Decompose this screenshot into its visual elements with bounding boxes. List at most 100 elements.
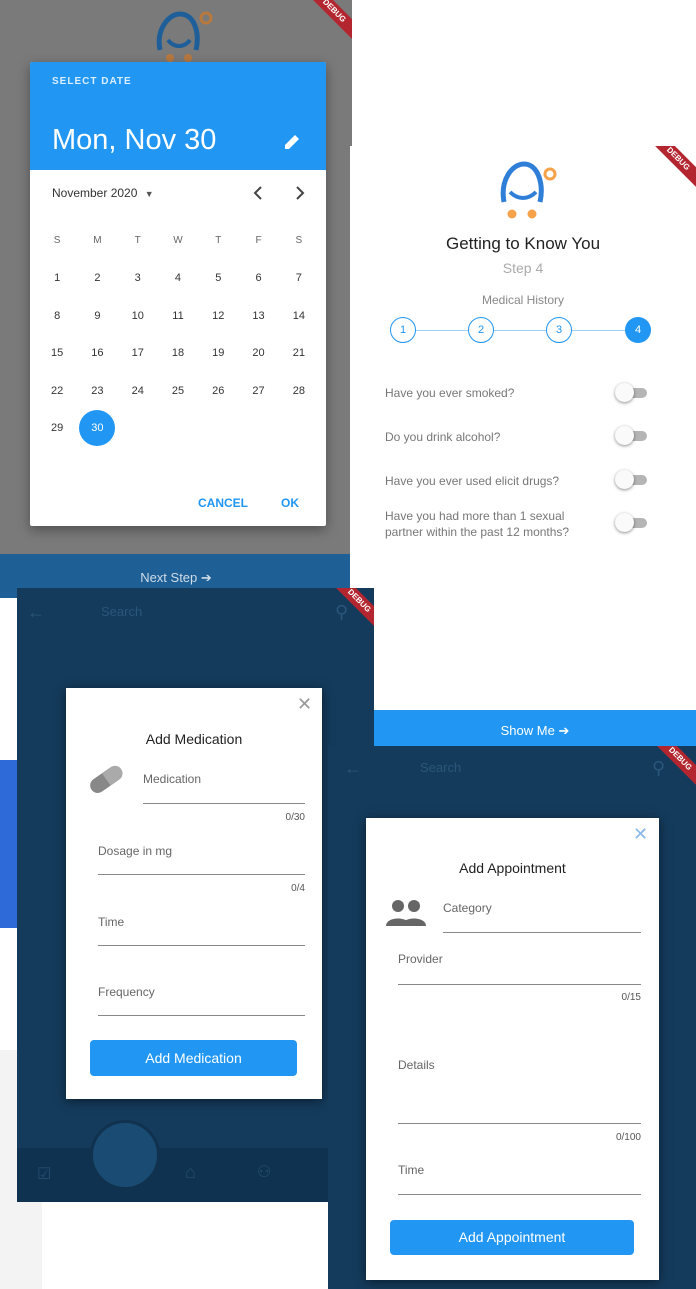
dialog-title: Add Medication bbox=[145, 731, 243, 747]
people-icon[interactable]: ⚇ bbox=[257, 1162, 271, 1182]
search-field[interactable]: Search bbox=[420, 760, 461, 775]
month-selector[interactable]: November 2020 ▼ bbox=[52, 186, 154, 200]
next-step-label: Next Step bbox=[140, 570, 198, 585]
calendar-day[interactable]: 1 bbox=[54, 272, 60, 284]
calendar-cell: 16 bbox=[77, 347, 117, 359]
calendar-day[interactable]: 19 bbox=[212, 347, 224, 359]
step-4[interactable]: 4 bbox=[625, 317, 651, 343]
step-1[interactable]: 1 bbox=[390, 317, 416, 343]
question-drugs: Have you ever used elicit drugs? bbox=[385, 474, 560, 488]
step-2[interactable]: 2 bbox=[468, 317, 494, 343]
calendar-day[interactable]: 5 bbox=[215, 272, 221, 284]
calendar-day[interactable]: 13 bbox=[252, 310, 264, 322]
pill-icon bbox=[90, 765, 123, 793]
drugs-toggle[interactable] bbox=[615, 469, 647, 491]
calendar-day[interactable]: 9 bbox=[94, 310, 100, 322]
calendar-cell: 1 bbox=[37, 272, 77, 284]
app-logo bbox=[500, 161, 557, 219]
cancel-button[interactable]: CANCEL bbox=[198, 496, 248, 510]
calendar-day[interactable]: 22 bbox=[51, 385, 63, 397]
close-icon[interactable]: ✕ bbox=[633, 824, 648, 845]
question-partners: Have you had more than 1 sexual partner … bbox=[385, 509, 570, 539]
ok-button[interactable]: OK bbox=[281, 496, 299, 510]
calendar-day[interactable]: 10 bbox=[132, 310, 144, 322]
selected-day[interactable]: 30 bbox=[79, 410, 116, 447]
calendar-day[interactable]: 23 bbox=[91, 385, 103, 397]
calendar-day[interactable]: 18 bbox=[172, 347, 184, 359]
medication-field[interactable]: Medication bbox=[143, 772, 201, 786]
provider-field[interactable]: Provider bbox=[398, 952, 443, 966]
calendar-day[interactable]: 25 bbox=[172, 385, 184, 397]
calendar-day[interactable]: 27 bbox=[252, 385, 264, 397]
calendar-day[interactable]: 11 bbox=[172, 310, 183, 322]
checklist-icon[interactable]: ☑ bbox=[37, 1164, 51, 1184]
add-medication-button[interactable]: Add Medication bbox=[90, 1040, 297, 1076]
date-picker-dialog: SELECT DATE Mon, Nov 30 November 2020 ▼ … bbox=[30, 62, 326, 526]
calendar-day[interactable]: 2 bbox=[94, 272, 100, 284]
step-subtitle: Step 4 bbox=[502, 260, 544, 276]
time-field[interactable]: Time bbox=[398, 1163, 424, 1177]
add-appointment-button[interactable]: Add Appointment bbox=[390, 1220, 634, 1255]
calendar-day[interactable]: 16 bbox=[91, 347, 103, 359]
calendar-day[interactable]: 21 bbox=[293, 347, 305, 359]
calendar-day[interactable]: 15 bbox=[51, 347, 63, 359]
details-field[interactable]: Details bbox=[398, 1058, 435, 1072]
previous-month-icon[interactable] bbox=[252, 186, 264, 200]
calendar-day[interactable]: 28 bbox=[293, 385, 305, 397]
home-icon[interactable]: ⌂ bbox=[185, 1162, 196, 1183]
category-field[interactable]: Category bbox=[443, 901, 492, 915]
calendar-cell: 24 bbox=[118, 385, 158, 397]
stepper-line bbox=[403, 330, 651, 331]
frequency-underline bbox=[98, 1015, 305, 1016]
weekday-header: SMTWTFS bbox=[37, 222, 319, 260]
edit-pencil-icon[interactable] bbox=[282, 132, 302, 152]
back-arrow-icon[interactable]: ← bbox=[344, 758, 362, 779]
add-appointment-dialog: ✕ Add Appointment Category Provider 0/15… bbox=[366, 818, 659, 1280]
provider-underline bbox=[398, 984, 641, 985]
show-me-button[interactable]: Show Me ➔ bbox=[374, 710, 696, 746]
section-title: Medical History bbox=[481, 293, 565, 307]
calendar-cell: 22 bbox=[37, 385, 77, 397]
calendar-day[interactable]: 26 bbox=[212, 385, 224, 397]
back-arrow-icon[interactable]: ← bbox=[27, 602, 45, 623]
dialog-title: Add Appointment bbox=[459, 860, 566, 876]
calendar-day[interactable]: 24 bbox=[132, 385, 144, 397]
smoked-toggle[interactable] bbox=[615, 382, 647, 404]
people-icon bbox=[386, 900, 426, 926]
calendar-day[interactable]: 7 bbox=[296, 272, 302, 284]
debug-banner: DEBUG bbox=[300, 0, 352, 45]
calendar-cell: 13 bbox=[238, 310, 278, 322]
time-field[interactable]: Time bbox=[98, 915, 124, 929]
medication-fab[interactable] bbox=[90, 1120, 160, 1190]
app-logo bbox=[156, 11, 213, 62]
selected-date: Mon, Nov 30 bbox=[52, 124, 217, 156]
dosage-field[interactable]: Dosage in mg bbox=[98, 844, 172, 858]
next-month-icon[interactable] bbox=[294, 186, 306, 200]
frequency-field[interactable]: Frequency bbox=[98, 985, 155, 999]
question-alcohol: Do you drink alcohol? bbox=[385, 430, 501, 444]
calendar-day[interactable]: 12 bbox=[212, 310, 224, 322]
calendar-week: 8 9 10 11 12 13 14 bbox=[37, 297, 319, 335]
calendar-cell: 14 bbox=[279, 310, 319, 322]
step-3[interactable]: 3 bbox=[546, 317, 572, 343]
search-icon[interactable]: ⚲ bbox=[335, 602, 348, 623]
show-me-label: Show Me bbox=[500, 723, 555, 738]
partners-toggle[interactable] bbox=[615, 512, 647, 534]
calendar-cell: 15 bbox=[37, 347, 77, 359]
search-icon[interactable]: ⚲ bbox=[652, 758, 665, 779]
calendar-day[interactable]: 20 bbox=[252, 347, 264, 359]
calendar-day[interactable]: 29 bbox=[51, 422, 63, 434]
calendar-cell: 17 bbox=[118, 347, 158, 359]
calendar-day[interactable]: 17 bbox=[132, 347, 144, 359]
search-field[interactable]: Search bbox=[101, 604, 142, 619]
calendar-day[interactable]: 6 bbox=[255, 272, 261, 284]
calendar-week: 29 30 bbox=[37, 410, 319, 448]
calendar-grid: S M T W T F S 1 2 3 4 5 6 7 8 9 10 11 12 13 14 15 16 17 18 19 20 21… bbox=[37, 222, 319, 447]
close-icon[interactable]: ✕ bbox=[297, 694, 312, 715]
calendar-day[interactable]: 3 bbox=[135, 272, 141, 284]
calendar-day[interactable]: 14 bbox=[293, 310, 305, 322]
calendar-day[interactable]: 4 bbox=[175, 272, 181, 284]
medication-underline bbox=[143, 803, 305, 804]
calendar-day[interactable]: 8 bbox=[54, 310, 60, 322]
alcohol-toggle[interactable] bbox=[615, 425, 647, 447]
